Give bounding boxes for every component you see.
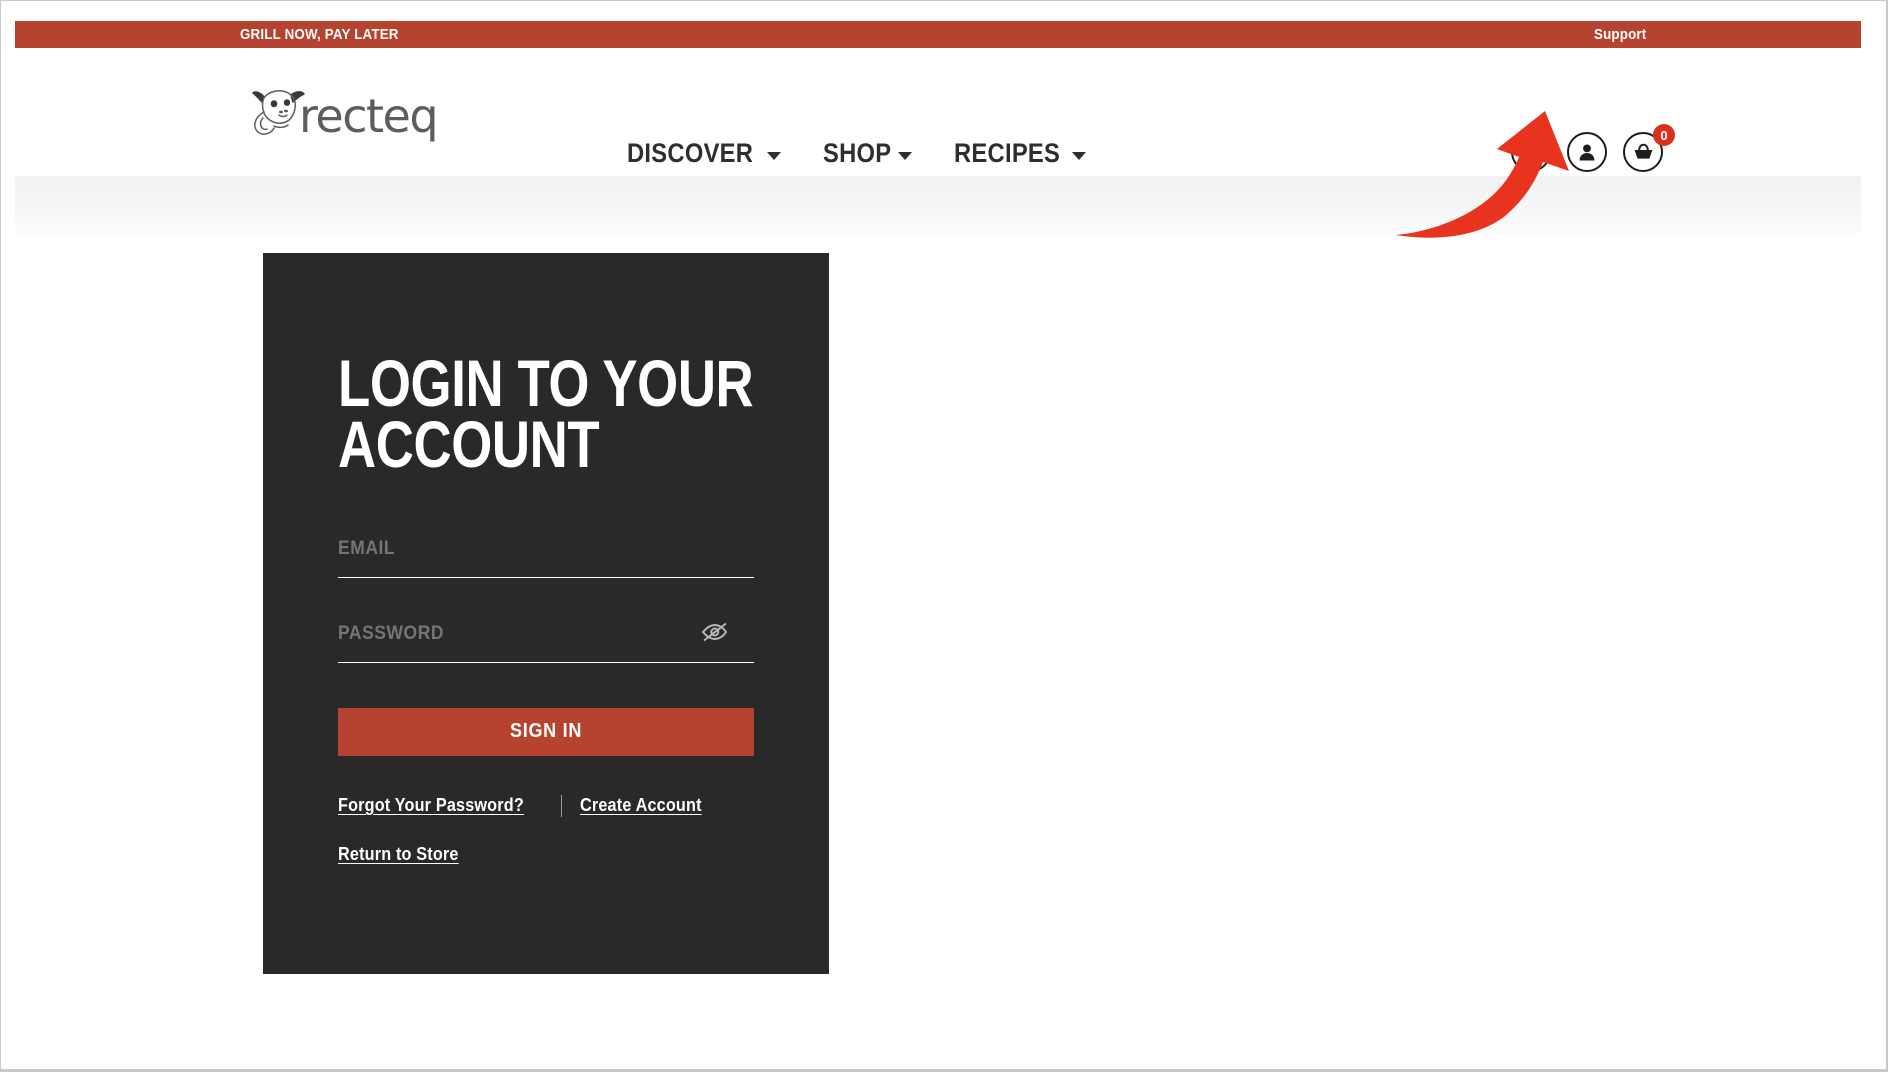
nav-item-shop[interactable]: SHOP [823, 138, 913, 169]
return-to-store-link[interactable]: Return to Store [338, 844, 712, 865]
login-form: SIGN IN Forgot Your Password? Create Acc… [338, 537, 754, 865]
nav-item-discover[interactable]: DISCOVER [627, 138, 782, 169]
nav-item-recipes[interactable]: RECIPES [954, 138, 1086, 169]
sign-in-button[interactable]: SIGN IN [338, 707, 754, 756]
brand-wordmark: recteq [299, 89, 439, 143]
forgot-password-link[interactable]: Forgot Your Password? [338, 795, 524, 816]
user-account-icon [1576, 141, 1598, 163]
site-header: recteq DISCOVER SHOP RECIPES 0 [15, 48, 1861, 176]
nav-label-discover: DISCOVER [627, 138, 754, 168]
page-viewport: GRILL NOW, PAY LATER Support recteq DISC… [13, 3, 1875, 1061]
search-icon [1520, 141, 1542, 163]
chevron-down-icon [898, 151, 913, 160]
login-card: LOGIN TO YOUR ACCOUNT EMAIL SIGN IN Forg… [263, 253, 829, 974]
sign-in-button-label: SIGN IN [509, 720, 583, 743]
email-input[interactable] [338, 537, 721, 560]
header-actions: 0 [1511, 124, 1675, 172]
cart-button[interactable]: 0 [1623, 124, 1675, 172]
site-logo[interactable]: recteq [251, 78, 439, 143]
eye-slash-icon[interactable] [699, 619, 729, 645]
create-account-link[interactable]: Create Account [580, 795, 702, 816]
cart-count-badge: 0 [1653, 124, 1675, 146]
chevron-down-icon [1071, 151, 1086, 160]
promo-message: GRILL NOW, PAY LATER [240, 26, 399, 43]
nav-label-recipes: RECIPES [954, 138, 1061, 168]
search-button[interactable] [1511, 132, 1551, 172]
page-title: LOGIN TO YOUR ACCOUNT [338, 346, 754, 482]
breadcrumb-strip [15, 176, 1861, 234]
announcement-bar: GRILL NOW, PAY LATER Support [15, 21, 1861, 48]
nav-label-shop: SHOP [823, 138, 892, 168]
main-content: LOGIN TO YOUR ACCOUNT EMAIL SIGN IN Forg… [15, 234, 1861, 1054]
link-divider [560, 794, 562, 817]
support-link[interactable]: Support [1594, 27, 1646, 43]
shopping-basket-icon [1632, 141, 1655, 163]
main-navigation: DISCOVER SHOP RECIPES [627, 138, 1086, 169]
auth-links-row: Forgot Your Password? Create Account [338, 794, 754, 817]
browser-screenshot-frame: GRILL NOW, PAY LATER Support recteq DISC… [0, 0, 1888, 1072]
chevron-down-icon [767, 151, 782, 160]
password-field-wrapper[interactable] [338, 622, 754, 663]
account-button[interactable] [1567, 132, 1607, 172]
email-field-wrapper[interactable] [338, 537, 754, 578]
password-input[interactable] [338, 622, 721, 645]
